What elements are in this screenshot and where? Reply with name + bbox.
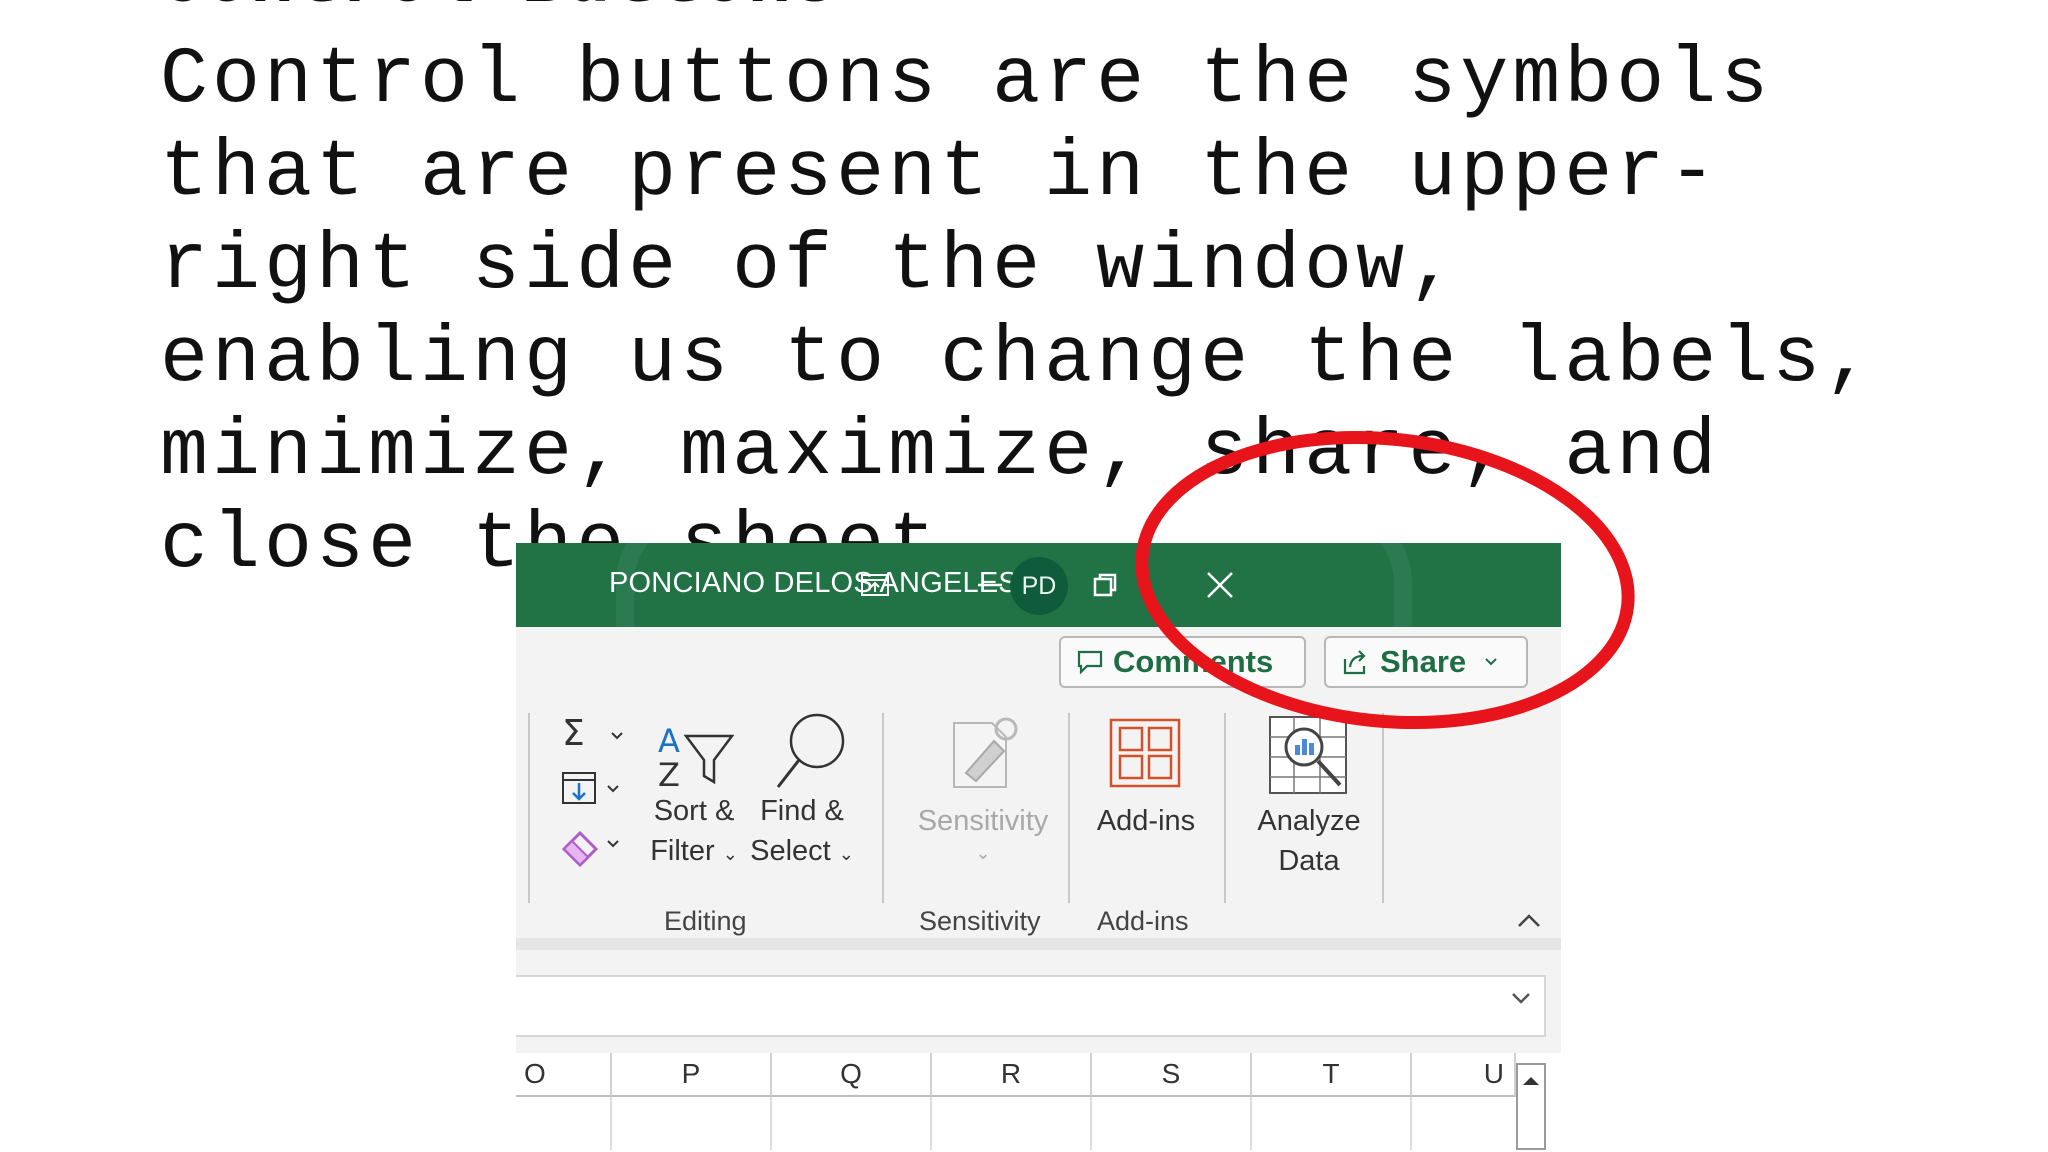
- sensitivity-button[interactable]: [944, 715, 1022, 798]
- svg-text:A: A: [658, 722, 680, 760]
- minimize-icon: [978, 583, 1002, 587]
- comments-button[interactable]: Comments: [1059, 636, 1306, 688]
- column-header[interactable]: R: [932, 1053, 1092, 1097]
- ribbon-separator: [1068, 713, 1070, 903]
- column-header[interactable]: Q: [772, 1053, 932, 1097]
- ribbon-separator: [528, 713, 530, 903]
- sensitivity-icon: [953, 717, 1018, 788]
- find-select-label: Find & Select ⌄: [750, 795, 854, 867]
- sort-filter-icon: AZ: [658, 722, 735, 794]
- addins-group-label: Add-ins: [1097, 906, 1189, 936]
- editing-group-label: Editing: [664, 906, 747, 936]
- analyze-data-button[interactable]: [1266, 713, 1350, 802]
- cell-gridline: [770, 1097, 772, 1150]
- formula-bar[interactable]: [516, 975, 1546, 1037]
- collapse-ribbon-button[interactable]: [1516, 913, 1542, 934]
- column-header[interactable]: T: [1252, 1053, 1412, 1097]
- share-button[interactable]: Share: [1324, 636, 1528, 688]
- chevron-up-icon: [1518, 914, 1540, 927]
- fill-button[interactable]: [560, 768, 630, 813]
- sort-filter-label: Sort & Filter ⌄: [650, 795, 738, 867]
- comment-icon: [1077, 650, 1103, 674]
- close-icon: [1207, 572, 1233, 598]
- cell-gridline: [1090, 1097, 1092, 1150]
- column-header[interactable]: S: [1092, 1053, 1252, 1097]
- cell-gridline: [930, 1097, 932, 1150]
- ribbon-display-icon: [861, 574, 889, 596]
- svg-text:Z: Z: [658, 756, 680, 793]
- comments-label: Comments: [1113, 644, 1274, 679]
- autosum-button[interactable]: Σ: [560, 713, 630, 758]
- eraser-icon: [561, 830, 619, 868]
- restore-button[interactable]: [1073, 553, 1137, 617]
- scroll-up-arrow-icon: [1523, 1077, 1539, 1085]
- sort-filter-button[interactable]: AZ: [654, 718, 735, 798]
- restore-icon: [1093, 573, 1117, 597]
- title-bar: PONCIANO DELOS ANGELES PD: [516, 543, 1561, 699]
- column-header[interactable]: O: [516, 1053, 612, 1097]
- fill-down-icon: [562, 772, 619, 804]
- ribbon-bottom-edge: [516, 938, 1561, 950]
- analyze-data-icon: [1269, 716, 1347, 794]
- cell-gridline: [1250, 1097, 1252, 1150]
- avatar-initials: PD: [1021, 571, 1057, 600]
- ribbon-display-options-button[interactable]: [843, 553, 907, 617]
- svg-text:Σ: Σ: [562, 713, 585, 753]
- minimize-button[interactable]: [958, 553, 1022, 617]
- excel-window-screenshot: PONCIANO DELOS ANGELES PD Comments Share…: [516, 543, 1561, 1150]
- addins-button[interactable]: [1108, 717, 1182, 794]
- autosum-icon: Σ: [562, 713, 623, 754]
- column-header[interactable]: U: [1412, 1053, 1516, 1097]
- share-icon: [1342, 649, 1370, 675]
- slide-body-text: Control buttons are the symbols that are…: [160, 35, 1877, 591]
- column-header[interactable]: P: [612, 1053, 772, 1097]
- sensitivity-label: Sensitivity ⌄: [917, 805, 1049, 863]
- sensitivity-group-label: Sensitivity: [919, 906, 1041, 936]
- cell-gridline: [1410, 1097, 1412, 1150]
- share-label: Share: [1380, 644, 1467, 679]
- magnifier-icon: [776, 713, 845, 788]
- chevron-down-icon: [1512, 993, 1530, 1004]
- ribbon-separator: [1224, 713, 1226, 903]
- find-select-button[interactable]: [772, 711, 852, 798]
- slide-heading: Control Buttons: [160, 0, 838, 12]
- addins-label: Add-ins: [1096, 805, 1196, 837]
- expand-formula-bar-button[interactable]: [1510, 991, 1532, 1010]
- cell-gridline: [610, 1097, 612, 1150]
- worksheet-grid[interactable]: O P Q R S T U: [516, 1053, 1561, 1150]
- chevron-down-icon[interactable]: [1484, 657, 1498, 667]
- addins-grid-icon: [1109, 718, 1181, 788]
- close-button[interactable]: [1188, 553, 1252, 617]
- clear-button[interactable]: [560, 825, 630, 872]
- vertical-scrollbar[interactable]: [1516, 1063, 1546, 1150]
- user-name: PONCIANO DELOS ANGELES: [609, 567, 1018, 599]
- ribbon-separator: [1382, 713, 1384, 903]
- ribbon-separator: [882, 713, 884, 903]
- analyze-data-label: Analyze Data: [1257, 805, 1361, 877]
